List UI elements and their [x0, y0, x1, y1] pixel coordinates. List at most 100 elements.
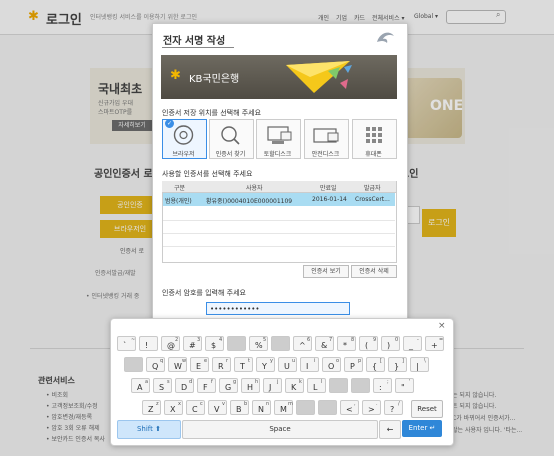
keyboard-key[interactable]: ` ~ — [117, 336, 136, 351]
key-sub-char: n — [266, 401, 270, 407]
keyboard-key[interactable]: (9 — [359, 336, 378, 351]
key-main-char: @ — [167, 341, 175, 350]
key-sub-char: l — [321, 379, 323, 385]
keyboard-key[interactable]: Ee — [190, 357, 209, 372]
space-key[interactable]: Space — [182, 420, 378, 439]
key-main-char: T — [240, 362, 245, 371]
key-main-char: Q — [152, 362, 159, 371]
blank-key[interactable] — [227, 336, 246, 351]
storage-option-label: 인증서 찾기 — [215, 151, 246, 158]
keyboard-key[interactable]: Ii — [300, 357, 319, 372]
keyboard-key[interactable]: Aa — [131, 378, 150, 393]
view-cert-button[interactable]: 인증서 보기 — [303, 265, 349, 278]
keyboard-key[interactable]: ? / — [384, 400, 403, 415]
key-sub-char: h — [255, 379, 259, 385]
keyboard-key[interactable]: }] — [388, 357, 407, 372]
keyboard-key[interactable]: + = — [425, 336, 444, 351]
keyboard-key[interactable]: Tt — [234, 357, 253, 372]
row-divider — [163, 233, 395, 234]
keyboard-key[interactable]: $4 — [205, 336, 224, 351]
keyboard-key[interactable]: Jj — [263, 378, 282, 393]
keyboard-key[interactable]: * 8 — [337, 336, 356, 351]
keyboard-key[interactable]: % 5 — [249, 336, 268, 351]
blank-key[interactable] — [318, 400, 337, 415]
cert-password-field[interactable]: •••••••••••• — [206, 302, 350, 315]
key-main-char: K — [291, 383, 297, 392]
keyboard-key[interactable]: Ww — [168, 357, 187, 372]
reset-key[interactable]: Reset — [411, 400, 443, 418]
column-header: 구분 — [174, 185, 186, 192]
keyboard-key[interactable]: Ss — [153, 378, 172, 393]
blank-key[interactable] — [296, 400, 315, 415]
keyboard-key[interactable]: Ll — [307, 378, 326, 393]
key-main-char: U — [284, 362, 290, 371]
key-sub-char: f — [211, 379, 213, 385]
keyboard-key[interactable]: Pp — [344, 357, 363, 372]
keyboard-key[interactable]: ^ 6 — [293, 336, 312, 351]
keyboard-key[interactable]: :; — [373, 378, 392, 393]
key-main-char: ^ — [299, 341, 306, 350]
key-sub-char: 0 — [395, 337, 399, 343]
key-main-char: L — [313, 383, 318, 392]
keyboard-key[interactable]: Qq — [146, 357, 165, 372]
key-main-char: Y — [262, 362, 267, 371]
key-sub-char: p — [358, 358, 362, 364]
keyboard-key[interactable]: & 7 — [315, 336, 334, 351]
keyboard-key[interactable]: Ff — [197, 378, 216, 393]
key-sub-char: v — [222, 401, 225, 407]
shift-key[interactable]: Shift ⬆ — [117, 420, 181, 439]
keyboard-key[interactable]: Uu — [278, 357, 297, 372]
row-divider — [163, 220, 395, 221]
password-prompt: 인증서 암호를 입력해 주세요 — [162, 289, 246, 297]
backspace-key[interactable]: ← — [379, 420, 401, 439]
key-main-char: C — [192, 405, 198, 414]
key-sub-char: 2 — [175, 337, 179, 343]
blank-key[interactable] — [351, 378, 370, 393]
keyboard-key[interactable]: " ' — [395, 378, 414, 393]
key-main-char: : — [379, 383, 382, 392]
secure-disk-icon — [313, 128, 339, 143]
keyboard-key[interactable]: Cc — [186, 400, 205, 415]
keyboard-key[interactable]: Hh — [241, 378, 260, 393]
blank-key[interactable] — [271, 336, 290, 351]
key-main-char: E — [196, 362, 202, 371]
delete-cert-button[interactable]: 인증서 삭제 — [351, 265, 397, 278]
close-icon[interactable]: × — [438, 321, 446, 331]
key-sub-char: c — [200, 401, 203, 407]
key-main-char: ( — [365, 341, 369, 350]
keyboard-key[interactable]: Oo — [322, 357, 341, 372]
keyboard-key[interactable]: ) 0 — [381, 336, 400, 351]
keyboard-key[interactable]: Vv — [208, 400, 227, 415]
key-main-char: " — [401, 383, 405, 392]
key-sub-char: . — [376, 401, 378, 407]
enter-key[interactable]: Enter ↵ — [402, 420, 442, 437]
key-sub-char: - — [417, 337, 419, 343]
keyboard-key[interactable]: Rr — [212, 357, 231, 372]
keyboard-key[interactable]: <, — [340, 400, 359, 415]
keyboard-key[interactable]: Mm — [274, 400, 293, 415]
keyboard-key[interactable]: Nn — [252, 400, 271, 415]
keyboard-key[interactable]: Dd — [175, 378, 194, 393]
keyboard-key[interactable]: Zz — [142, 400, 161, 415]
keyboard-key[interactable]: Gg — [219, 378, 238, 393]
keyboard-key[interactable]: Xx — [164, 400, 183, 415]
keyboard-key[interactable]: {[ — [366, 357, 385, 372]
search-icon — [221, 126, 240, 145]
keyboard-key[interactable]: >. — [362, 400, 381, 415]
keyboard-key[interactable]: Yy — [256, 357, 275, 372]
key-sub-char: y — [270, 358, 273, 364]
keyboard-key[interactable]: ! — [139, 336, 158, 351]
keyboard-key[interactable]: Bb — [230, 400, 249, 415]
key-sub-char: b — [244, 401, 248, 407]
keyboard-key[interactable]: #3 — [183, 336, 202, 351]
key-main-char: R — [218, 362, 224, 371]
keyboard-key[interactable]: _ - — [403, 336, 422, 351]
keyboard-key[interactable]: | \ — [410, 357, 429, 372]
key-sub-char: r — [226, 358, 229, 364]
title-underline — [162, 47, 234, 48]
keyboard-key[interactable]: Kk — [285, 378, 304, 393]
key-main-char: D — [181, 383, 188, 392]
keyboard-key[interactable]: @2 — [161, 336, 180, 351]
blank-key[interactable] — [124, 357, 143, 372]
blank-key[interactable] — [329, 378, 348, 393]
